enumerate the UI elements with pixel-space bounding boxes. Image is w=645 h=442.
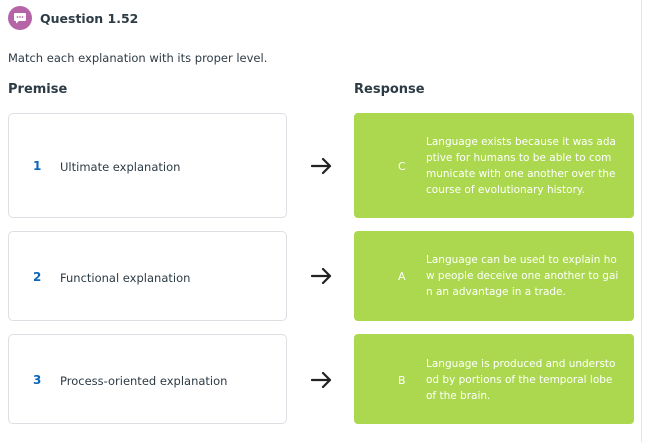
panel-divider bbox=[641, 0, 642, 442]
question-instructions: Match each explanation with its proper l… bbox=[8, 51, 268, 65]
response-letter: B bbox=[398, 374, 406, 387]
premise-column-header: Premise bbox=[8, 82, 68, 97]
premise-text: Ultimate explanation bbox=[60, 160, 181, 174]
response-card-3[interactable]: B Language is produced and understood by… bbox=[354, 334, 634, 424]
premise-text: Process-oriented explanation bbox=[60, 374, 228, 388]
premise-card-3[interactable]: 3 Process-oriented explanation bbox=[8, 334, 287, 424]
premise-number: 2 bbox=[33, 270, 42, 284]
arrow-right-icon bbox=[311, 371, 332, 389]
arrow-right-icon bbox=[311, 157, 332, 175]
arrow-right-icon bbox=[311, 267, 332, 285]
response-letter: C bbox=[398, 160, 406, 173]
response-card-1[interactable]: C Language exists because it was adaptiv… bbox=[354, 113, 634, 218]
question-title: Question 1.52 bbox=[40, 11, 139, 26]
premise-card-2[interactable]: 2 Functional explanation bbox=[8, 231, 287, 321]
premise-text: Functional explanation bbox=[60, 271, 191, 285]
response-letter: A bbox=[398, 270, 406, 283]
response-text: Language is produced and understood by p… bbox=[426, 358, 616, 402]
premise-number: 3 bbox=[33, 373, 42, 387]
premise-card-1[interactable]: 1 Ultimate explanation bbox=[8, 113, 287, 218]
response-text: Language exists because it was adaptive … bbox=[426, 136, 616, 196]
response-column-header: Response bbox=[354, 82, 425, 97]
response-text: Language can be used to explain how peop… bbox=[426, 254, 619, 298]
premise-number: 1 bbox=[33, 159, 42, 173]
chat-bubble-icon bbox=[8, 6, 32, 30]
response-card-2[interactable]: A Language can be used to explain how pe… bbox=[354, 231, 634, 321]
